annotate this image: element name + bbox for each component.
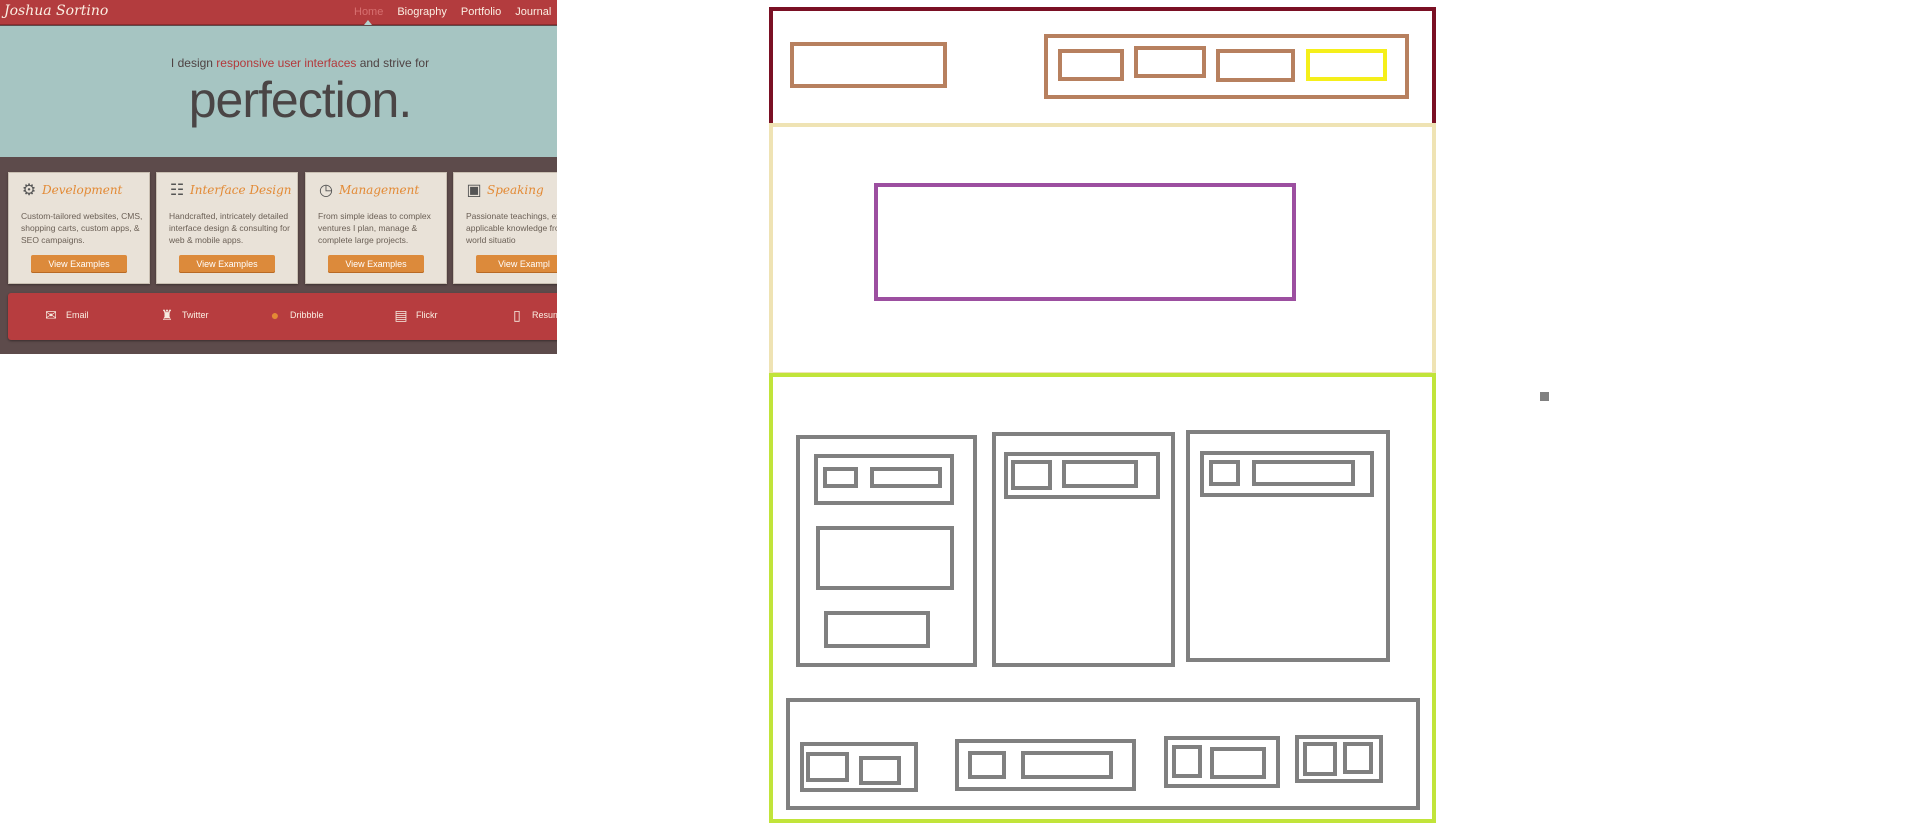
wire-social-label-box (1021, 751, 1113, 779)
wire-nav-item-box (1058, 49, 1124, 81)
wire-nav-item-box (1134, 46, 1206, 78)
wire-hero-text-box (874, 183, 1296, 301)
wire-card-text-box (816, 526, 954, 590)
wire-card-title-box (1062, 460, 1138, 488)
wire-social-icon-box (1303, 742, 1337, 776)
wire-social-label-box (1210, 747, 1266, 779)
wire-social-icon-box (806, 752, 849, 782)
wire-social-label-box (859, 756, 901, 785)
wire-logo-box (790, 42, 947, 88)
wire-social-label-box (1343, 742, 1373, 774)
wire-nav-item-box (1216, 49, 1295, 82)
wire-social-icon-box (1172, 745, 1202, 778)
wire-card-title-box (870, 467, 942, 488)
wire-card-title-box (1252, 460, 1355, 486)
wire-nav-active-box (1306, 49, 1387, 81)
wire-card-icon-box (823, 467, 858, 488)
wire-social-icon-box (968, 751, 1006, 779)
wire-card-icon-box (1011, 460, 1052, 490)
wire-card-icon-box (1209, 460, 1240, 486)
wire-card-button-box (824, 611, 930, 648)
stray-marker (1540, 392, 1549, 401)
layout-wireframe (0, 0, 1913, 836)
